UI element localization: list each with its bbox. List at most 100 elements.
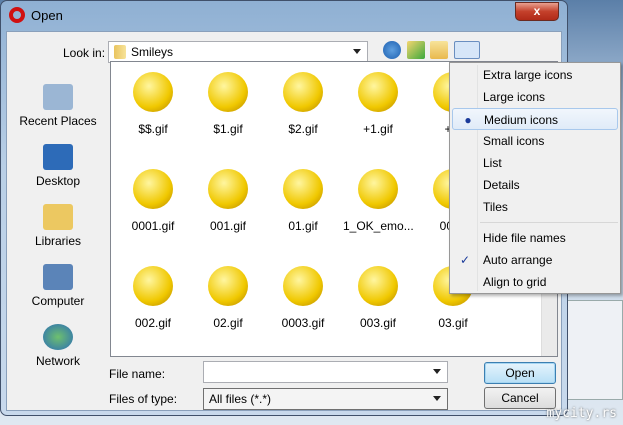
file-name: 1_OK_emo... [343, 219, 414, 233]
file-item[interactable]: $2.gif [268, 72, 338, 136]
look-in-value: Smileys [131, 45, 174, 59]
gif-thumbnail-icon [358, 266, 398, 306]
look-in-dropdown[interactable]: Smileys [108, 41, 368, 63]
view-menu-item[interactable]: ✓ Auto arrange [450, 249, 620, 271]
look-in-label: Look in: [63, 46, 106, 60]
file-type-dropdown[interactable]: All files (*.*) [203, 388, 448, 410]
libraries-icon [43, 204, 73, 230]
window-title: Open [31, 7, 63, 23]
file-item[interactable]: 001.gif [193, 169, 263, 233]
chevron-down-icon [433, 369, 441, 378]
file-item[interactable]: 02.gif [193, 266, 263, 330]
gif-thumbnail-icon [283, 266, 323, 306]
gif-thumbnail-icon [133, 169, 173, 209]
background-window [560, 300, 623, 400]
gif-thumbnail-icon [208, 72, 248, 112]
gif-thumbnail-icon [208, 169, 248, 209]
gif-thumbnail-icon [208, 266, 248, 306]
view-menu-item[interactable]: List [450, 152, 620, 174]
file-name: 0001.gif [131, 219, 175, 233]
menu-item-label: Hide file names [483, 231, 566, 245]
file-item[interactable]: 01.gif [268, 169, 338, 233]
file-item[interactable]: 0003.gif [268, 266, 338, 330]
place-libraries[interactable]: Libraries [10, 192, 106, 252]
file-item[interactable]: $1.gif [193, 72, 263, 136]
file-name: 02.gif [213, 316, 243, 330]
view-menu-item[interactable]: Large icons [450, 86, 620, 108]
gif-thumbnail-icon [358, 169, 398, 209]
gif-thumbnail-icon [133, 266, 173, 306]
place-computer[interactable]: Computer [10, 252, 106, 312]
new-folder-icon[interactable] [430, 41, 448, 59]
file-type-label: Files of type: [109, 392, 178, 406]
opera-logo-icon [9, 7, 25, 23]
file-item[interactable]: 1_OK_emo... [343, 169, 414, 233]
file-item[interactable]: 0001.gif [118, 169, 188, 233]
title-bar: Open [9, 7, 63, 23]
checkmark-icon: ✓ [459, 253, 471, 267]
view-menu: Extra large icons Large icons ● Medium icon… [449, 62, 621, 294]
open-button[interactable]: Open [484, 362, 556, 384]
menu-item-label: Large icons [483, 90, 546, 104]
view-menu-item[interactable]: Small icons [450, 130, 620, 152]
folder-icon [114, 45, 126, 59]
file-item[interactable]: 002.gif [118, 266, 188, 330]
desktop-icon [43, 144, 73, 170]
gif-thumbnail-icon [133, 72, 173, 112]
cancel-button[interactable]: Cancel [484, 387, 556, 409]
up-folder-icon[interactable] [407, 41, 425, 59]
place-label: Network [35, 354, 80, 368]
view-menu-item[interactable]: Align to grid [450, 271, 620, 293]
close-button[interactable]: x [515, 2, 559, 21]
place-network[interactable]: Network [10, 312, 106, 372]
radio-dot-icon: ● [464, 113, 472, 127]
computer-icon [43, 264, 73, 290]
file-name: $1.gif [213, 122, 243, 136]
watermark: mycity.rs [546, 406, 617, 421]
back-icon[interactable] [383, 41, 401, 59]
file-name: $2.gif [288, 122, 318, 136]
chevron-down-icon [353, 49, 361, 58]
place-label: Computer [31, 294, 85, 308]
gif-thumbnail-icon [283, 72, 323, 112]
places-bar: Recent Places Desktop Libraries Computer… [10, 72, 106, 372]
file-name-label: File name: [109, 367, 166, 381]
file-name-input[interactable] [203, 361, 448, 383]
place-recent[interactable]: Recent Places [10, 72, 106, 132]
chevron-down-icon [433, 396, 441, 405]
file-type-value: All files (*.*) [209, 392, 272, 406]
file-item[interactable]: +1.gif [343, 72, 413, 136]
file-item[interactable]: 003.gif [343, 266, 413, 330]
view-menu-item[interactable]: Details [450, 174, 620, 196]
network-icon [43, 324, 73, 350]
menu-separator [480, 222, 618, 223]
menu-item-label: List [483, 156, 502, 170]
recent-places-icon [43, 84, 73, 110]
place-label: Libraries [34, 234, 82, 248]
place-desktop[interactable]: Desktop [10, 132, 106, 192]
menu-item-label: Extra large icons [483, 68, 573, 82]
file-name: +1.gif [363, 122, 393, 136]
view-menu-item[interactable]: Hide file names [450, 227, 620, 249]
file-name: 001.gif [209, 219, 247, 233]
gif-thumbnail-icon [283, 169, 323, 209]
menu-item-label: Align to grid [483, 275, 547, 289]
view-menu-item[interactable]: Extra large icons [450, 64, 620, 86]
menu-item-label: Details [483, 178, 520, 192]
file-item[interactable]: $$.gif [118, 72, 188, 136]
gif-thumbnail-icon [358, 72, 398, 112]
file-name: 01.gif [288, 219, 318, 233]
menu-item-label: Auto arrange [483, 253, 553, 267]
menu-item-label: Small icons [483, 134, 545, 148]
view-menu-button[interactable] [454, 41, 480, 59]
place-label: Desktop [35, 174, 81, 188]
view-menu-item[interactable]: Tiles [450, 196, 620, 218]
menu-item-label: Medium icons [484, 113, 559, 127]
menu-item-label: Tiles [483, 200, 508, 214]
place-label: Recent Places [19, 114, 97, 128]
file-name: $$.gif [138, 122, 168, 136]
file-name: 002.gif [134, 316, 172, 330]
file-name: 03.gif [438, 316, 468, 330]
view-menu-item[interactable]: ● Medium icons [452, 108, 618, 130]
file-name: 003.gif [359, 316, 397, 330]
